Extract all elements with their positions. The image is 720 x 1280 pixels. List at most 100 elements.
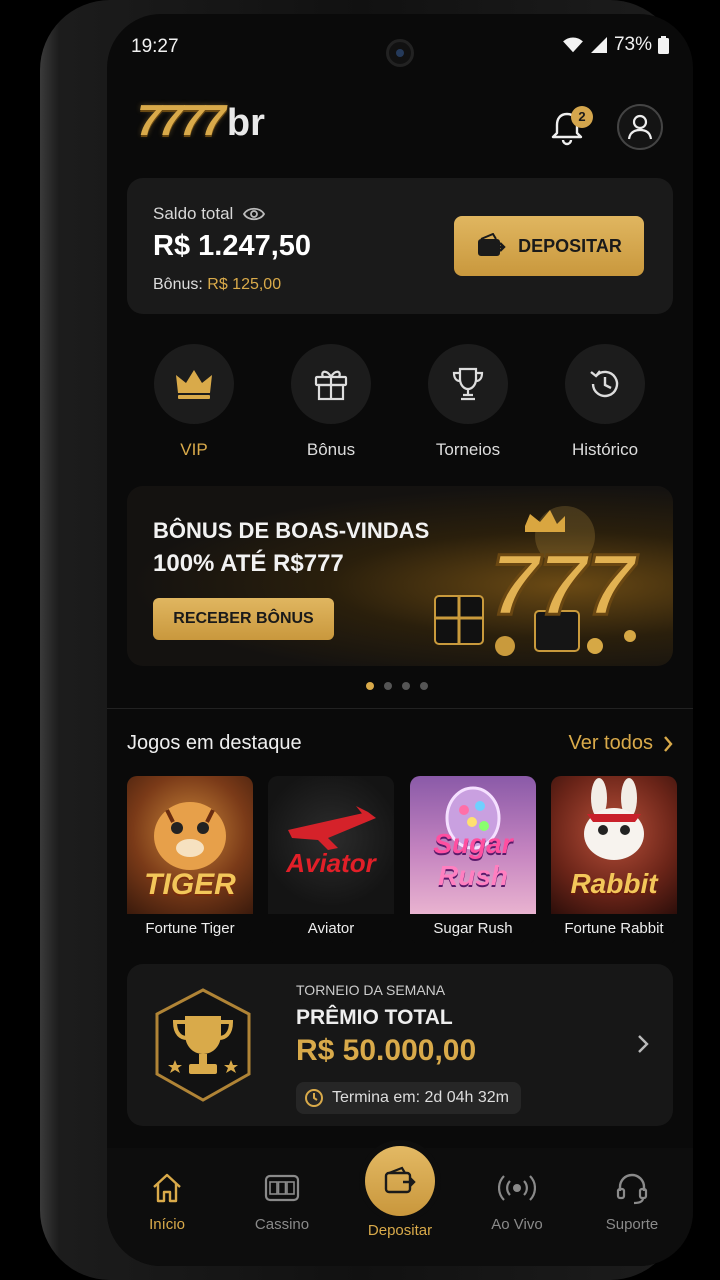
tournament-title: PRÊMIO TOTAL xyxy=(296,1006,453,1029)
carousel-dot[interactable] xyxy=(366,682,374,690)
nav-label: Início xyxy=(149,1216,185,1233)
wallet-icon xyxy=(478,233,506,256)
gift-icon xyxy=(314,370,348,401)
nav-label: Ao Vivo xyxy=(491,1216,543,1233)
battery-icon xyxy=(658,36,669,54)
quick-action-vip[interactable]: VIP xyxy=(134,344,254,464)
rush-logo-text: Rush xyxy=(438,860,508,891)
home-icon xyxy=(153,1173,181,1203)
quick-action-label: Histórico xyxy=(571,440,639,459)
battery-percent: 73% xyxy=(613,34,652,55)
clock-icon xyxy=(305,1089,323,1107)
bonus-circle xyxy=(291,344,371,424)
quick-action-label: Bônus xyxy=(306,440,356,459)
tournament-kicker: TORNEIO DA SEMANA xyxy=(296,982,446,998)
carousel-dot[interactable] xyxy=(420,682,428,690)
balance-value: R$ 1.247,50 xyxy=(153,230,312,262)
notification-badge: 2 xyxy=(571,106,593,128)
carousel-dot[interactable] xyxy=(402,682,410,690)
banner-777-text: 777 xyxy=(491,537,639,633)
deposit-label: DEPOSITAR xyxy=(518,235,622,256)
game-card-fortune-rabbit[interactable]: Rabbit Fortune Rabbit xyxy=(551,776,677,944)
sugar-logo-text: Sugar xyxy=(433,828,513,859)
bonus-balance: Bônus: R$ 125,00 xyxy=(153,276,281,294)
nav-deposit-label: Depositar xyxy=(367,1222,433,1239)
history-circle xyxy=(565,344,645,424)
see-all-label: Ver todos xyxy=(568,732,653,754)
game-card-aviator[interactable]: Aviator Aviator xyxy=(268,776,394,944)
balance-label: Saldo total xyxy=(153,204,234,223)
nav-label: Suporte xyxy=(605,1216,659,1233)
tournament-prize: R$ 50.000,00 xyxy=(296,1034,477,1067)
carousel-dots xyxy=(366,682,428,690)
headset-icon xyxy=(616,1173,648,1205)
chevron-right-icon xyxy=(664,735,673,752)
receive-bonus-button[interactable]: RECEBER BÔNUS xyxy=(153,598,334,640)
plane-illustration xyxy=(288,806,376,850)
history-icon xyxy=(590,370,619,398)
game-thumbnail: Sugar Rush xyxy=(410,776,536,914)
timer-text: Termina em: 2d 04h 32m xyxy=(332,1089,509,1106)
see-all-link[interactable]: Ver todos xyxy=(568,732,673,755)
live-broadcast-icon xyxy=(498,1175,536,1201)
quick-action-tournaments[interactable]: Torneios xyxy=(408,344,528,464)
tournaments-circle xyxy=(428,344,508,424)
tournament-card[interactable]: TORNEIO DA SEMANA PRÊMIO TOTAL R$ 50.000… xyxy=(127,964,673,1126)
trophy-badge-icon xyxy=(155,988,251,1102)
trophy-icon xyxy=(452,367,484,401)
nav-home[interactable]: Início xyxy=(117,1168,217,1233)
phone-frame: 19:27 73% 7777 br 2 Saldo total R$ 1.247… xyxy=(40,0,693,1280)
game-card-sugar-rush[interactable]: Sugar Rush Sugar Rush xyxy=(410,776,536,944)
quick-action-label: Torneios xyxy=(435,440,501,459)
cellular-signal-icon xyxy=(590,37,607,53)
slot-machine-icon xyxy=(264,1174,300,1202)
deposit-button[interactable]: DEPOSITAR xyxy=(454,216,644,276)
featured-title: Jogos em destaque xyxy=(127,732,302,754)
game-thumbnail: Aviator xyxy=(268,776,394,914)
slot-777-illustration: 777 xyxy=(434,506,640,656)
game-name: Sugar Rush xyxy=(410,914,536,944)
tiger-logo-text: TIGER xyxy=(144,868,236,901)
profile-button[interactable] xyxy=(617,104,663,150)
banner-title: BÔNUS DE BOAS-VINDAS xyxy=(153,518,430,543)
bonus-value: R$ 125,00 xyxy=(207,276,282,293)
banner-subtitle: 100% ATÉ R$777 xyxy=(153,550,344,577)
balance-label-row: Saldo total xyxy=(153,204,266,224)
section-divider xyxy=(107,708,693,709)
game-thumbnail: TIGER xyxy=(127,776,253,914)
aviator-logo-text: Aviator xyxy=(286,848,376,878)
game-name: Aviator xyxy=(268,914,394,944)
game-thumbnail: Rabbit xyxy=(551,776,677,914)
promo-banner[interactable]: BÔNUS DE BOAS-VINDAS 100% ATÉ R$777 RECE… xyxy=(127,486,673,666)
status-time: 19:27 xyxy=(131,36,179,57)
wifi-icon xyxy=(563,37,583,53)
crown-icon xyxy=(176,370,212,399)
quick-action-label: VIP xyxy=(180,440,208,459)
chevron-right-icon xyxy=(638,1035,649,1053)
nav-support[interactable]: Suporte xyxy=(582,1168,682,1233)
screen: 19:27 73% 7777 br 2 Saldo total R$ 1.247… xyxy=(107,14,693,1266)
status-bar: 19:27 73% xyxy=(107,14,693,78)
nav-live[interactable]: Ao Vivo xyxy=(467,1168,567,1233)
carousel-dot[interactable] xyxy=(384,682,392,690)
game-card-fortune-tiger[interactable]: TIGER Fortune Tiger xyxy=(127,776,253,944)
bottom-nav: Início Cassino Depositar Ao Vivo Suporte xyxy=(107,1146,693,1266)
brand-logo[interactable]: 7777 br xyxy=(137,96,265,146)
front-camera xyxy=(386,39,414,67)
quick-action-bonus[interactable]: Bônus xyxy=(271,344,391,464)
balance-card: Saldo total R$ 1.247,50 Bônus: R$ 125,00… xyxy=(127,178,673,314)
bonus-label: Bônus: xyxy=(153,276,203,293)
system-indicators: 73% xyxy=(562,34,669,56)
game-name: Fortune Rabbit xyxy=(551,914,677,944)
nav-deposit-button[interactable] xyxy=(365,1146,435,1216)
eye-icon[interactable] xyxy=(243,207,266,221)
tournament-timer: Termina em: 2d 04h 32m xyxy=(296,1082,521,1114)
nav-label: Cassino xyxy=(254,1216,310,1233)
app-header: 7777 br 2 xyxy=(107,92,693,162)
rabbit-logo-text: Rabbit xyxy=(570,868,658,899)
wallet-icon xyxy=(384,1166,416,1194)
game-name: Fortune Tiger xyxy=(127,914,253,944)
nav-casino[interactable]: Cassino xyxy=(232,1168,332,1233)
user-icon xyxy=(627,114,653,140)
quick-action-history[interactable]: Histórico xyxy=(545,344,665,464)
